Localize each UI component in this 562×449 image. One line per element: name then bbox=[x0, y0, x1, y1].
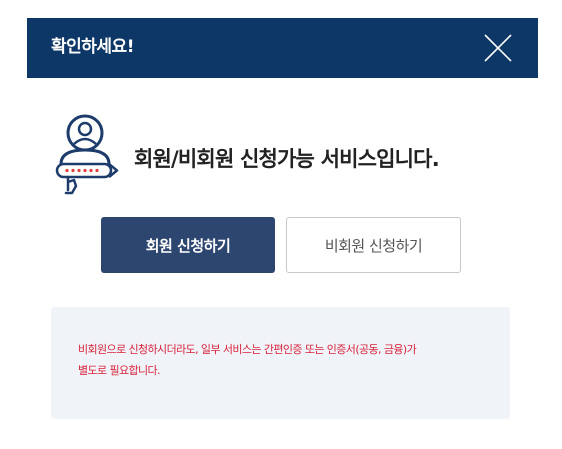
nonmember-apply-button[interactable]: 비회원 신청하기 bbox=[286, 217, 461, 273]
confirm-dialog: 확인하세요! 회원/비회원 신청가능 서비스입니다. 회원 신청하기 비회원 신… bbox=[0, 0, 562, 449]
notice-line-2: 별도로 필요합니다. bbox=[78, 364, 161, 377]
user-login-icon bbox=[55, 114, 119, 195]
intro-section: 회원/비회원 신청가능 서비스입니다. bbox=[54, 114, 524, 198]
notice-box: 비회원으로 신청하시더라도, 일부 서비스는 간편인증 또는 인증서(공동, 금… bbox=[51, 307, 510, 419]
intro-message: 회원/비회원 신청가능 서비스입니다. bbox=[134, 147, 440, 171]
notice-line-1: 비회원으로 신청하시더라도, 일부 서비스는 간편인증 또는 인증서(공동, 금… bbox=[78, 343, 417, 356]
dialog-header: 확인하세요! bbox=[27, 18, 538, 78]
dialog-title: 확인하세요! bbox=[51, 37, 134, 57]
notice-text: 비회원으로 신청하시더라도, 일부 서비스는 간편인증 또는 인증서(공동, 금… bbox=[78, 339, 484, 381]
member-apply-button[interactable]: 회원 신청하기 bbox=[101, 217, 275, 273]
close-button[interactable] bbox=[482, 32, 514, 64]
close-icon bbox=[484, 34, 512, 62]
